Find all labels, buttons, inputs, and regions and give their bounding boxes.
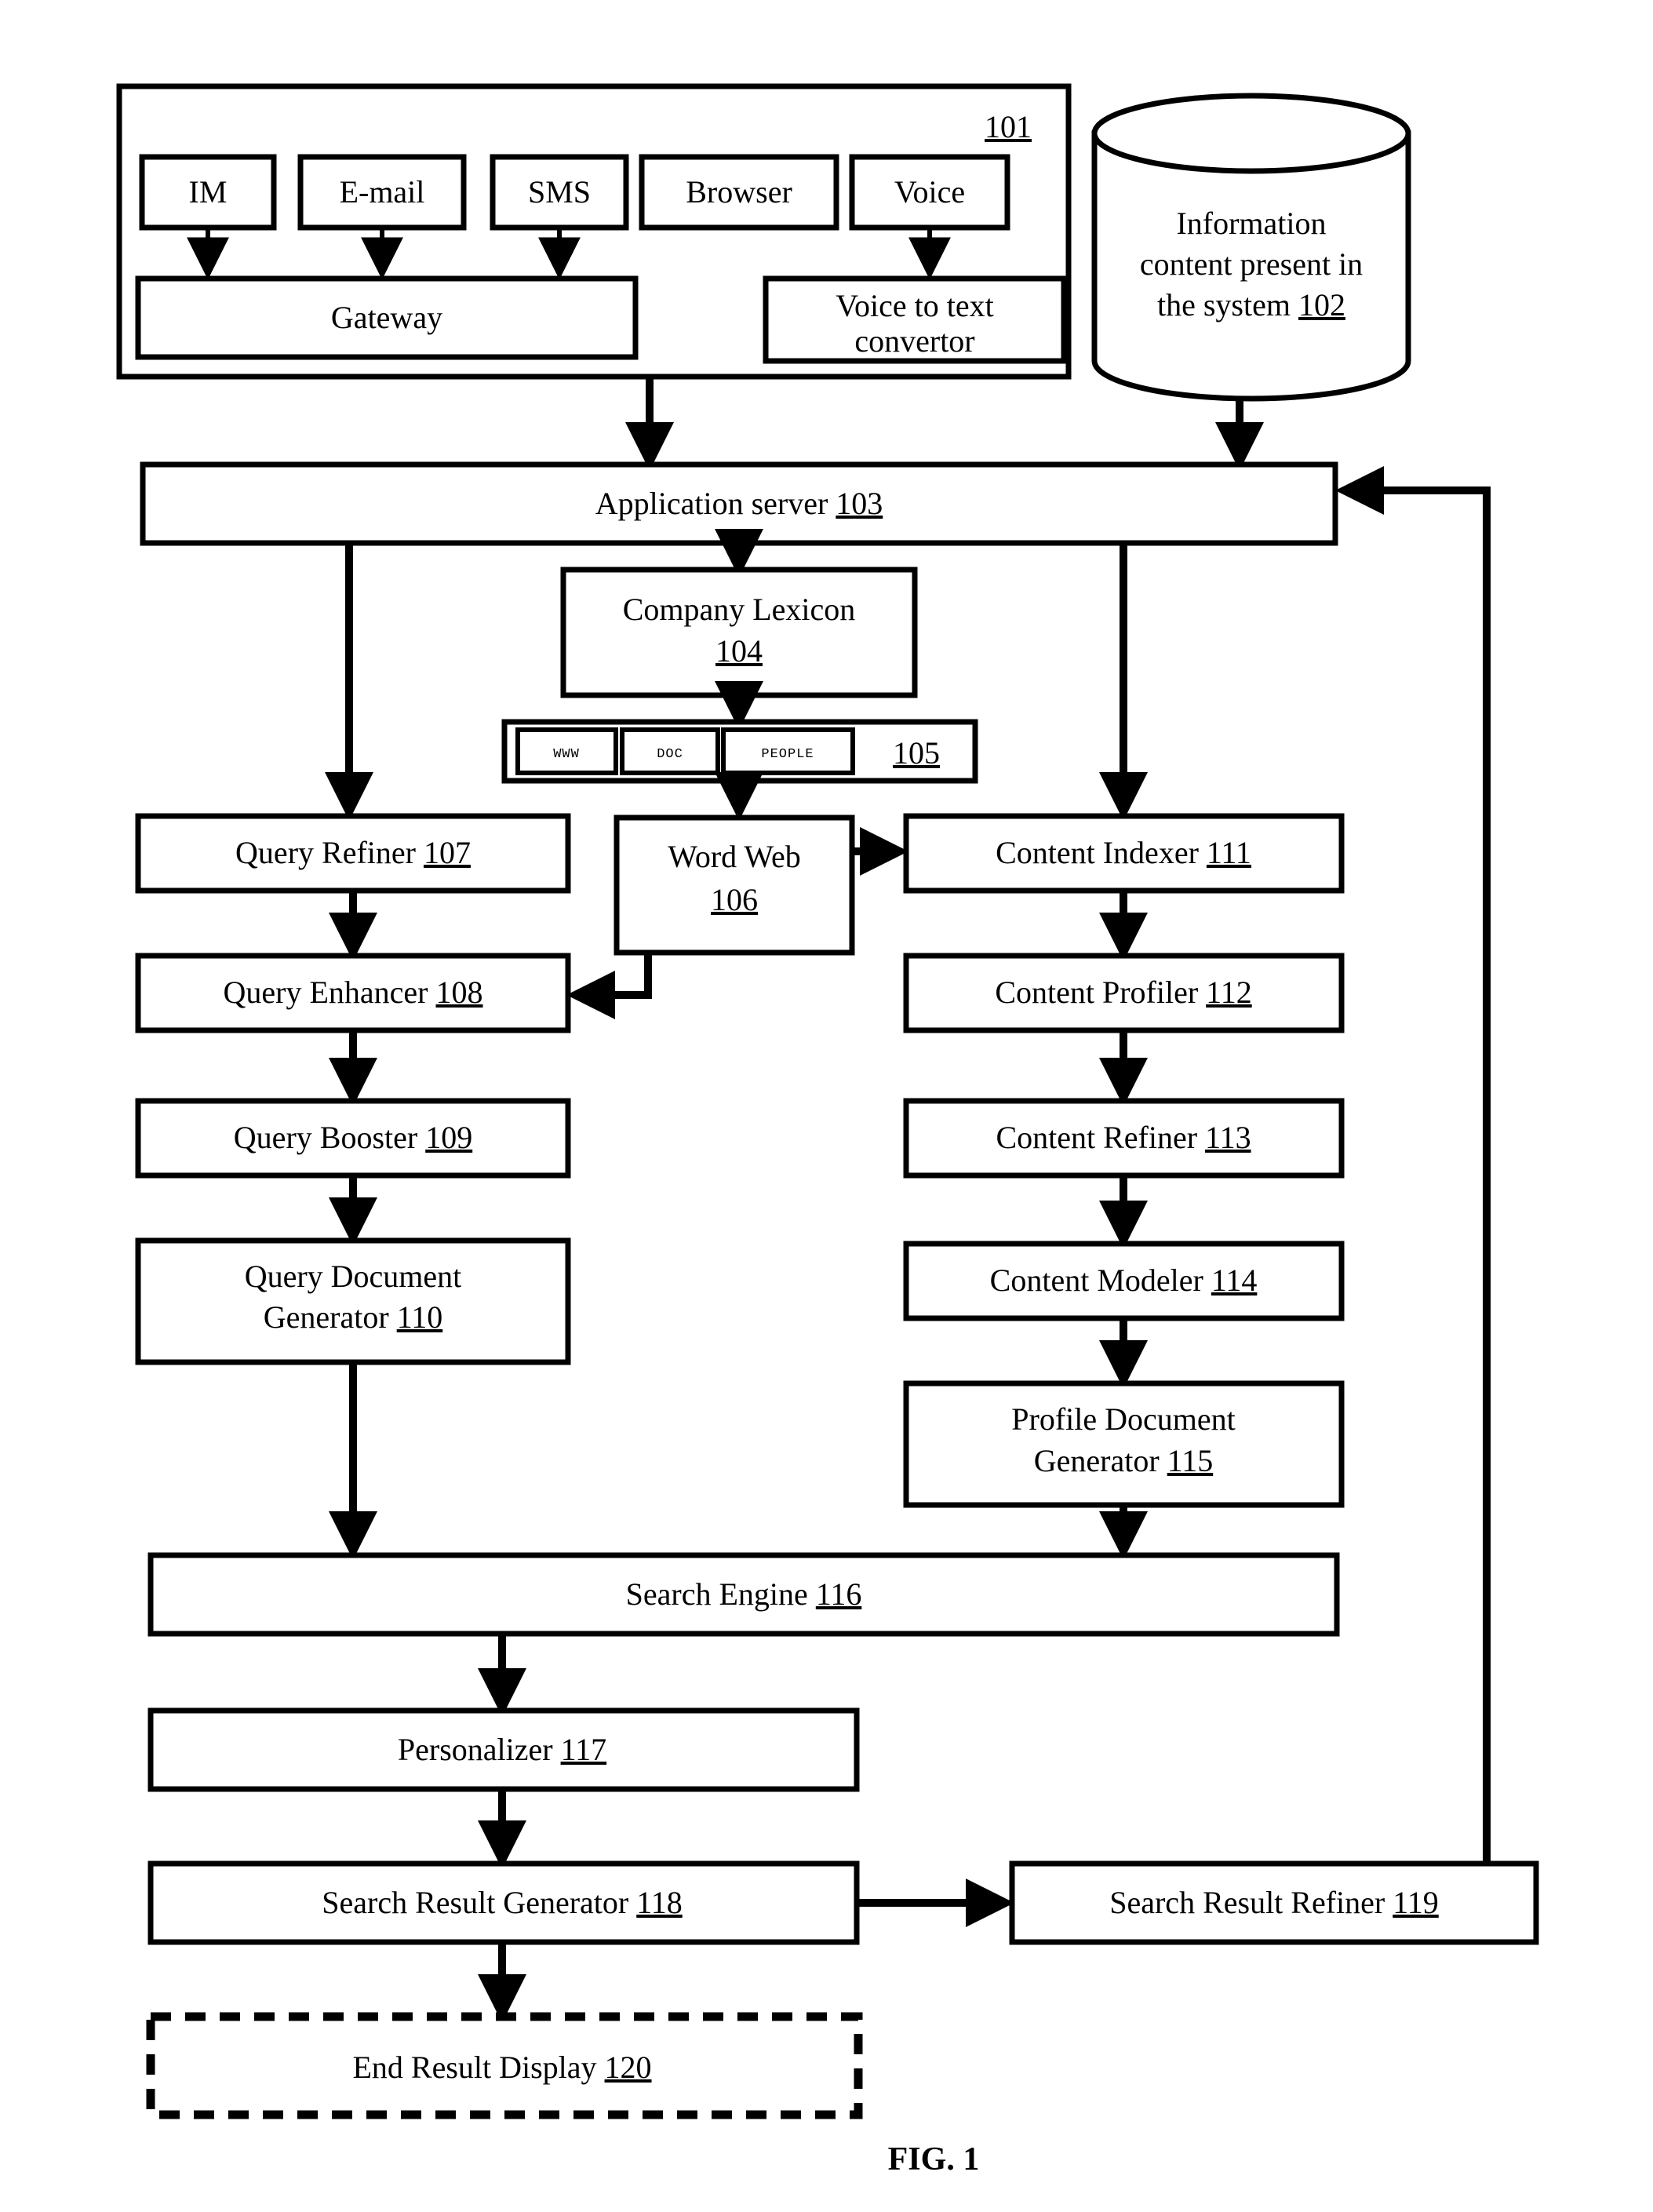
wordweb-label: Word Web [668, 839, 800, 874]
arrow-wordweb-queryenhancer [566, 953, 652, 1019]
node-query-document-generator[interactable]: Query Document Generator 110 [135, 1237, 571, 1365]
node-company-lexicon[interactable]: Company Lexicon 104 [560, 567, 918, 698]
node-channel-strip[interactable]: WWW DOC PEOPLE 105 [501, 719, 978, 784]
node-search-result-generator[interactable]: Search Result Generator 118 [147, 1860, 860, 1945]
node-query-booster[interactable]: Query Booster 109 [135, 1098, 571, 1179]
qbooster-label: Query Booster 109 [234, 1120, 472, 1155]
channel-doc-label: DOC [657, 747, 683, 762]
cindexer-label: Content Indexer 111 [996, 835, 1251, 870]
node-search-engine[interactable]: Search Engine 116 [147, 1552, 1340, 1637]
node-im-label: IM [189, 174, 228, 210]
enddisplay-label: End Result Display 120 [352, 2050, 651, 2085]
channel-people-label: PEOPLE [761, 747, 814, 762]
channel-item-doc[interactable]: DOC [620, 727, 720, 775]
searchengine-label: Search Engine 116 [626, 1576, 862, 1612]
node-email-label: E-mail [340, 174, 425, 210]
node-browser[interactable]: Browser [639, 154, 839, 231]
cprofiler-label: Content Profiler 112 [995, 975, 1251, 1010]
appserver-label: Application server 103 [595, 486, 883, 521]
wordweb-ref: 106 [711, 882, 758, 917]
node-gateway[interactable]: Gateway [135, 275, 639, 360]
cmodeler-label: Content Modeler 114 [990, 1263, 1258, 1298]
node-query-enhancer[interactable]: Query Enhancer 108 [135, 953, 571, 1033]
pdocgen-line2: Generator 115 [1034, 1443, 1213, 1478]
infostore-line3: the system 102 [1157, 287, 1345, 323]
node-voice-label: Voice [894, 174, 965, 210]
node-gateway-label: Gateway [331, 300, 442, 335]
figure-canvas: 101 IM E-mail SMS Browser Voice Gateway … [0, 0, 1653, 2212]
personalizer-label: Personalizer 117 [398, 1732, 606, 1767]
node-information-content-store[interactable]: Information content present in the syste… [1091, 93, 1411, 402]
crefiner-label: Content Refiner 113 [996, 1120, 1251, 1155]
pdocgen-line1: Profile Document [1011, 1401, 1236, 1437]
qdocgen-line2: Generator 110 [264, 1299, 442, 1335]
channel-www-label: WWW [553, 747, 580, 762]
node-content-modeler[interactable]: Content Modeler 114 [903, 1241, 1345, 1321]
srrefiner-label: Search Result Refiner 119 [1109, 1885, 1439, 1920]
node-im[interactable]: IM [139, 154, 277, 231]
node-sms[interactable]: SMS [490, 154, 629, 231]
figure-caption: FIG. 1 [888, 2141, 980, 2177]
node-content-indexer[interactable]: Content Indexer 111 [903, 813, 1345, 894]
qrefiner-label: Query Refiner 107 [235, 835, 471, 870]
node-search-result-refiner[interactable]: Search Result Refiner 119 [1009, 1860, 1539, 1945]
qenhancer-label: Query Enhancer 108 [224, 975, 483, 1010]
node-content-refiner[interactable]: Content Refiner 113 [903, 1098, 1345, 1179]
node-v2t-line2: convertor [854, 323, 974, 359]
node-email[interactable]: E-mail [297, 154, 467, 231]
lexicon-ref: 104 [715, 633, 763, 669]
lexicon-label: Company Lexicon [623, 592, 856, 627]
node-query-refiner[interactable]: Query Refiner 107 [135, 813, 571, 894]
arrow-srrefiner-appserver-feedback [1334, 465, 1491, 1864]
node-v2t-line1: Voice to text [836, 288, 993, 323]
node-voice-to-text-convertor[interactable]: Voice to text convertor [763, 275, 1067, 364]
infostore-line2: content present in [1140, 246, 1363, 282]
group-101-ref: 101 [985, 109, 1032, 144]
node-sms-label: SMS [528, 174, 591, 210]
node-end-result-display[interactable]: End Result Display 120 [146, 2012, 863, 2119]
node-application-server[interactable]: Application server 103 [140, 461, 1338, 546]
node-profile-document-generator[interactable]: Profile Document Generator 115 [903, 1380, 1345, 1508]
node-personalizer[interactable]: Personalizer 117 [147, 1707, 860, 1792]
channel-item-people[interactable]: PEOPLE [721, 727, 855, 775]
node-content-profiler[interactable]: Content Profiler 112 [903, 953, 1345, 1033]
node-browser-label: Browser [686, 174, 792, 210]
node-word-web[interactable]: Word Web 106 [614, 814, 855, 956]
infostore-line1: Information [1176, 206, 1326, 241]
node-voice[interactable]: Voice [849, 154, 1010, 231]
qdocgen-line1: Query Document [245, 1259, 462, 1294]
channel-strip-ref: 105 [893, 735, 940, 771]
channel-item-www[interactable]: WWW [515, 727, 618, 775]
srgen-label: Search Result Generator 118 [322, 1885, 682, 1920]
